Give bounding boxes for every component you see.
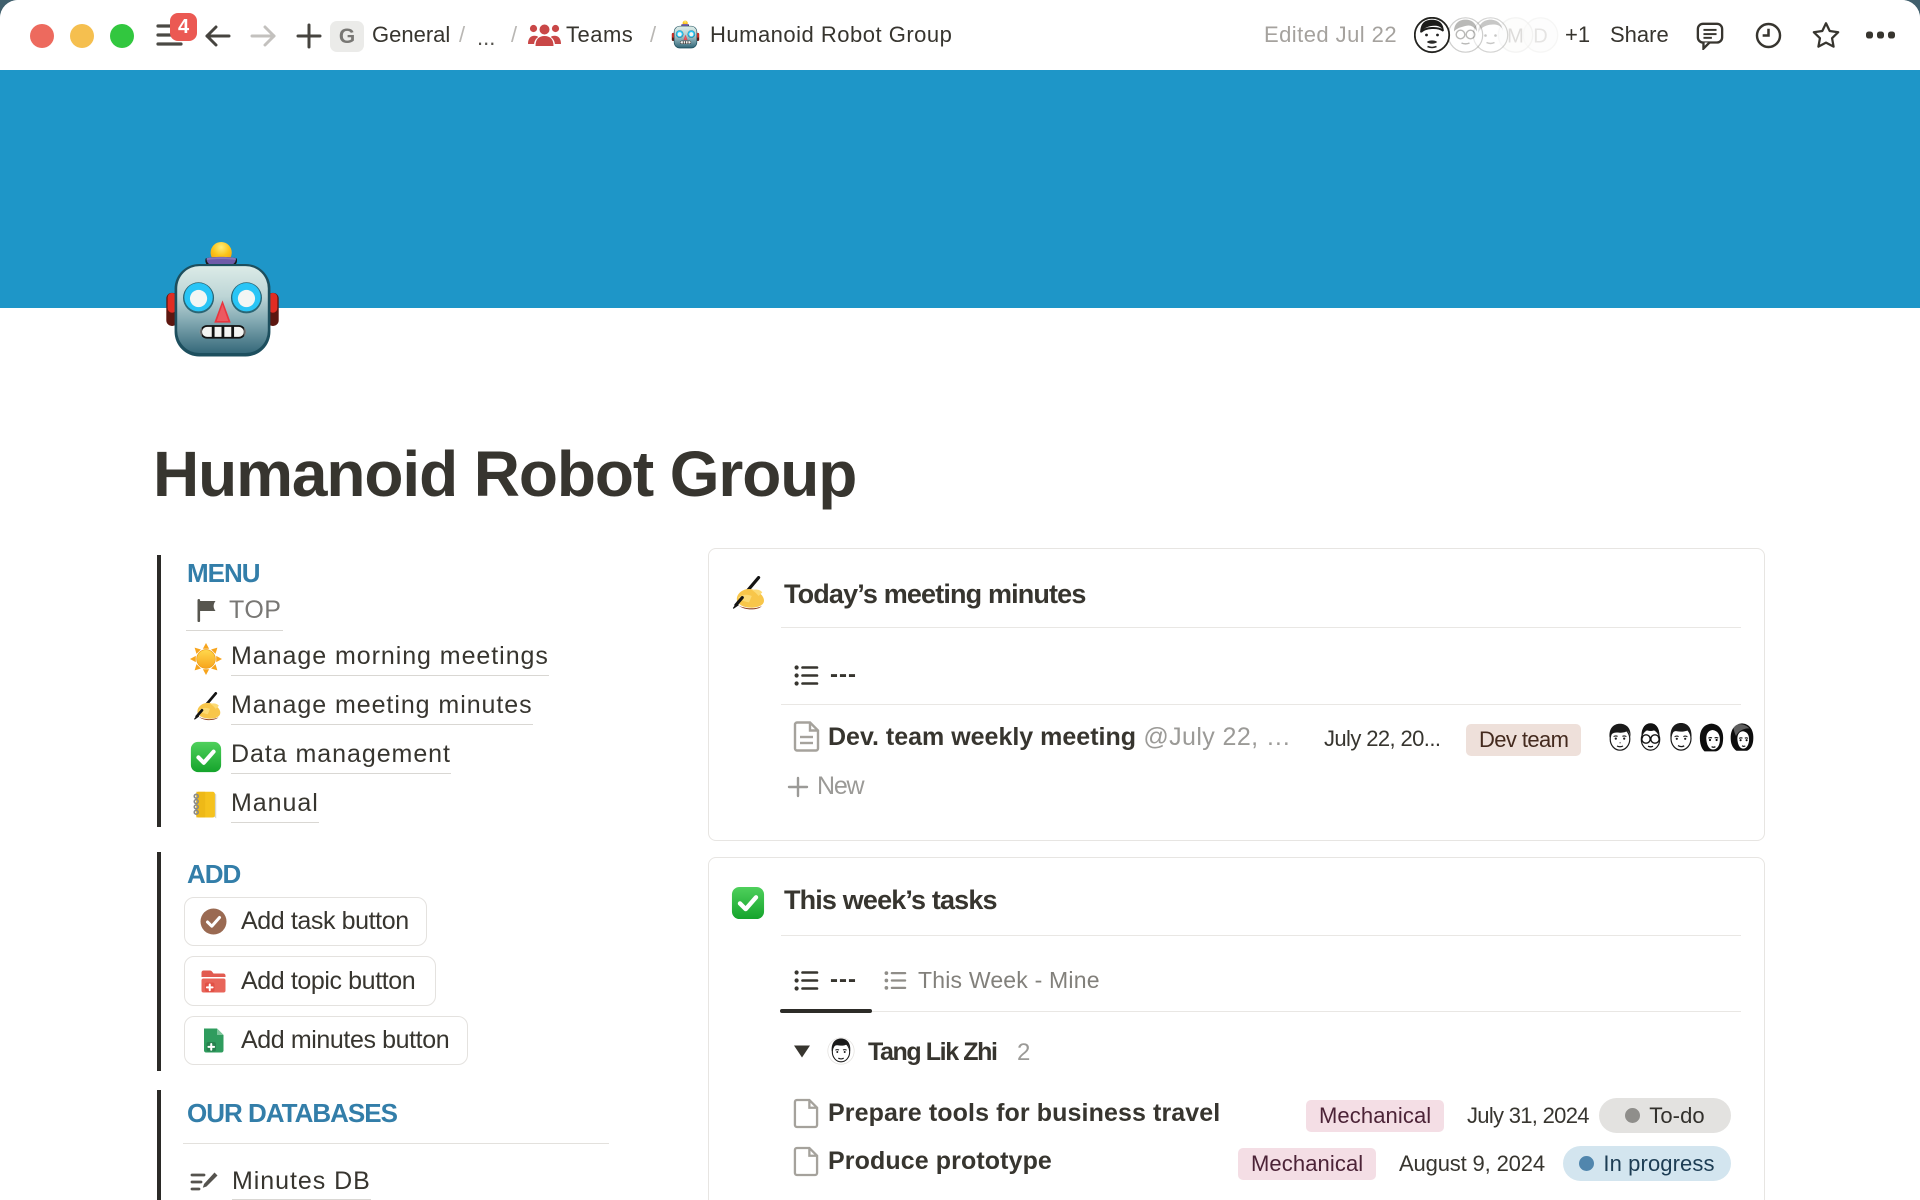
svg-text:D: D [1533, 26, 1547, 48]
svg-text:M: M [1507, 26, 1524, 48]
